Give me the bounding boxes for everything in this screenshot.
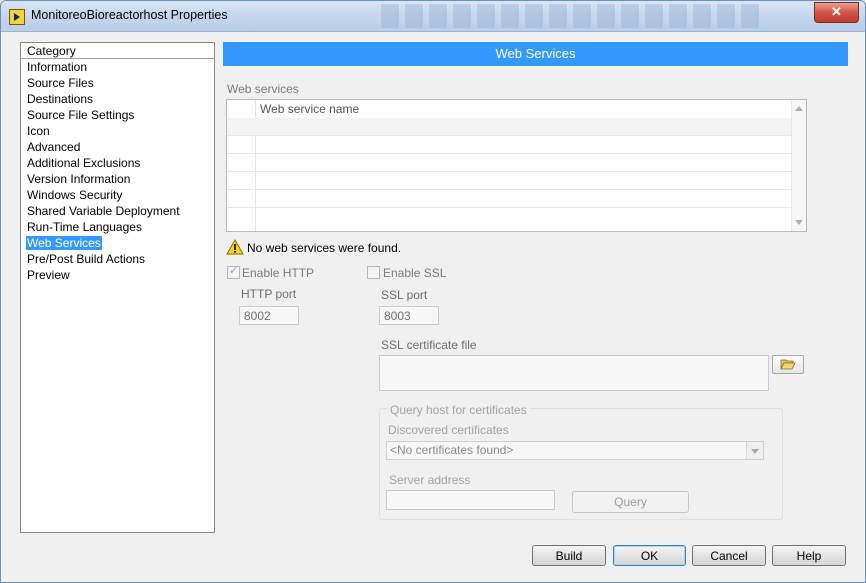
ssl-certificate-file-input[interactable] — [379, 355, 769, 391]
table-row — [227, 208, 793, 225]
build-button[interactable]: Build — [532, 545, 606, 566]
category-item-run-time-languages[interactable]: Run-Time Languages — [21, 219, 214, 235]
scroll-up-arrow-icon[interactable] — [795, 106, 803, 111]
category-item-advanced[interactable]: Advanced — [21, 139, 214, 155]
table-row — [227, 136, 793, 154]
ssl-port-input[interactable]: 8003 — [379, 306, 439, 325]
ok-button[interactable]: OK — [613, 545, 686, 566]
ssl-port-label: SSL port — [381, 288, 428, 302]
category-item-destinations[interactable]: Destinations — [21, 91, 214, 107]
category-item-web-services[interactable]: Web Services — [21, 235, 214, 251]
table-row — [227, 154, 793, 172]
web-services-label: Web services — [227, 82, 299, 96]
window-title: MonitoreoBioreactorhost Properties — [31, 8, 228, 22]
enable-http-checkbox[interactable] — [227, 264, 240, 279]
category-item-version-information[interactable]: Version Information — [21, 171, 214, 187]
close-button[interactable]: ✕ — [814, 2, 859, 23]
category-item-shared-variable-deployment[interactable]: Shared Variable Deployment — [21, 203, 214, 219]
properties-window: MonitoreoBioreactorhost Properties ✕ Cat… — [0, 0, 866, 583]
discovered-certificates-select[interactable]: <No certificates found> — [386, 441, 764, 460]
category-item-icon[interactable]: Icon — [21, 123, 214, 139]
discovered-certificates-label: Discovered certificates — [388, 423, 509, 437]
background-window-blur — [381, 4, 761, 28]
title-bar: MonitoreoBioreactorhost Properties ✕ — [1, 1, 865, 32]
table-row — [227, 118, 793, 136]
http-port-input[interactable]: 8002 — [239, 306, 299, 325]
category-item-source-file-settings[interactable]: Source File Settings — [21, 107, 214, 123]
scroll-down-arrow-icon[interactable] — [795, 220, 803, 225]
ssl-certificate-file-label: SSL certificate file — [381, 338, 477, 352]
category-item-source-files[interactable]: Source Files — [21, 75, 214, 91]
labview-app-icon — [9, 9, 25, 25]
query-host-group-title: Query host for certificates — [387, 403, 530, 417]
category-item-windows-security[interactable]: Windows Security — [21, 187, 214, 203]
query-button[interactable]: Query — [572, 491, 689, 513]
server-address-input[interactable] — [386, 490, 555, 510]
discovered-certificates-value: <No certificates found> — [390, 443, 514, 457]
table-row — [227, 190, 793, 208]
no-web-services-warning: No web services were found. — [247, 241, 402, 255]
category-item-preview[interactable]: Preview — [21, 267, 214, 283]
category-list-panel: Category Information Source Files Destin… — [20, 42, 215, 533]
table-scrollbar[interactable] — [791, 100, 806, 231]
enable-ssl-label: Enable SSL — [383, 266, 447, 280]
enable-ssl-checkbox[interactable] — [367, 266, 380, 279]
category-item-additional-exclusions[interactable]: Additional Exclusions — [21, 155, 214, 171]
section-title: Web Services — [223, 42, 848, 66]
table-row — [227, 172, 793, 190]
http-port-label: HTTP port — [241, 287, 297, 301]
server-address-label: Server address — [389, 473, 471, 487]
category-header: Category — [21, 43, 214, 59]
warning-icon — [226, 239, 244, 255]
category-list: Information Source Files Destinations So… — [21, 59, 214, 283]
folder-open-icon — [780, 359, 796, 370]
category-item-information[interactable]: Information — [21, 59, 214, 75]
help-button[interactable]: Help — [772, 545, 846, 566]
web-services-table[interactable]: Web service name — [226, 99, 807, 232]
category-item-pre-post-build-actions[interactable]: Pre/Post Build Actions — [21, 251, 214, 267]
column-header-web-service-name: Web service name — [260, 102, 360, 116]
cancel-button[interactable]: Cancel — [692, 545, 766, 566]
chevron-down-icon[interactable] — [746, 442, 763, 459]
browse-folder-button[interactable] — [772, 355, 804, 374]
enable-http-label: Enable HTTP — [242, 266, 315, 280]
